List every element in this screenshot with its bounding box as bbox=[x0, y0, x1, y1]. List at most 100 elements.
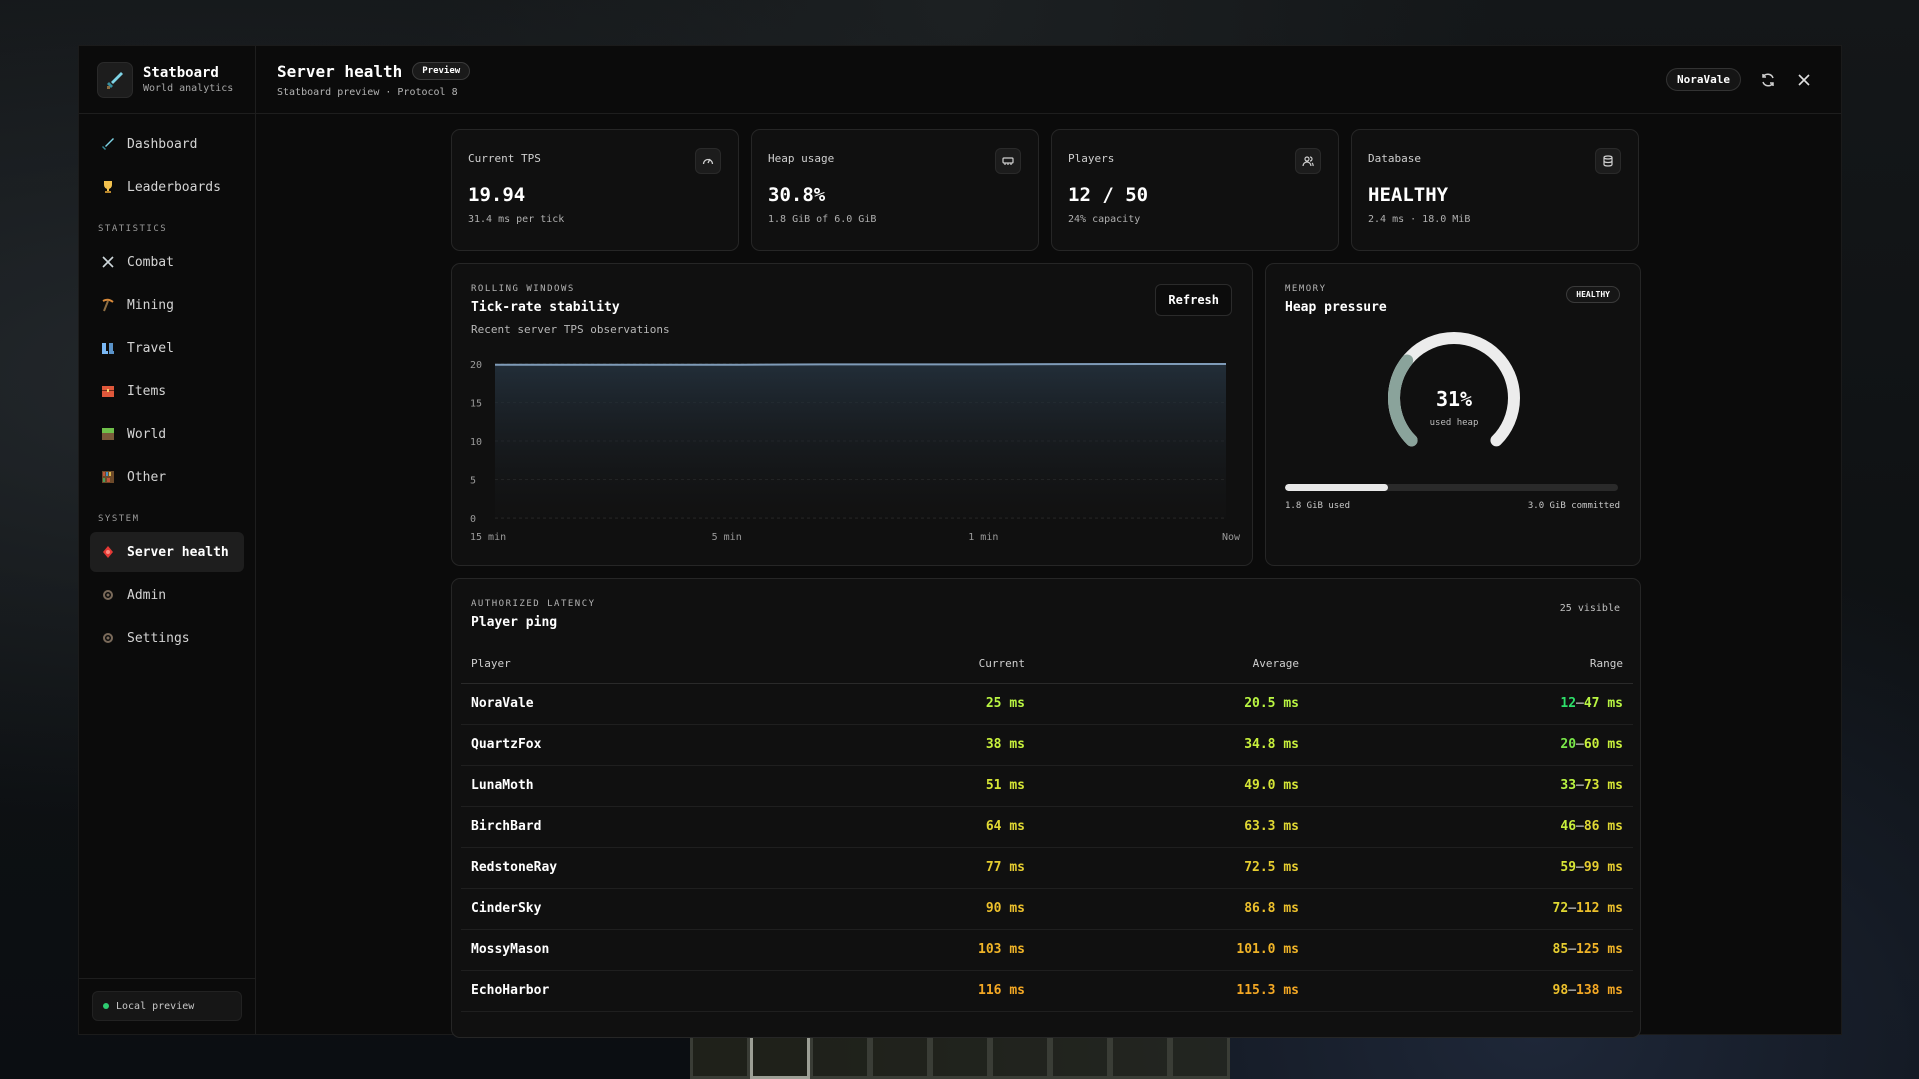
ping-range: 85–125 ms bbox=[1309, 929, 1633, 971]
stat-card-players: Players 12 / 50 24% capacity bbox=[1051, 129, 1339, 251]
col-player[interactable]: Player bbox=[461, 644, 675, 684]
sidebar-item-travel[interactable]: Travel bbox=[90, 328, 244, 368]
range-high: 112 bbox=[1576, 901, 1600, 916]
page-title: Server health bbox=[277, 61, 403, 81]
player-name: LunaMoth bbox=[461, 765, 675, 807]
chest-icon bbox=[100, 383, 116, 399]
status-dot bbox=[103, 1003, 109, 1009]
game-hotbar bbox=[690, 1035, 1230, 1079]
player-name: BirchBard bbox=[461, 806, 675, 848]
refresh-button[interactable]: Refresh bbox=[1155, 284, 1232, 316]
sidebar-item-items[interactable]: Items bbox=[90, 371, 244, 411]
sidebar-item-server-health[interactable]: Server health bbox=[90, 532, 244, 572]
stat-cards: Current TPS 19.94 31.4 ms per tick Heap usa… bbox=[451, 129, 1641, 251]
stat-card-heap-usage: Heap usage 30.8% 1.8 GiB of 6.0 GiB bbox=[751, 129, 1039, 251]
ping-current: 25 ms bbox=[675, 683, 1035, 725]
pickaxe-icon bbox=[100, 297, 116, 313]
sidebar-item-dashboard[interactable]: Dashboard bbox=[90, 124, 244, 164]
range-high: 99 bbox=[1583, 860, 1600, 875]
range-unit: ms bbox=[1607, 778, 1623, 793]
sidebar-item-label: Settings bbox=[127, 630, 190, 646]
sidebar-item-mining[interactable]: Mining bbox=[90, 285, 244, 325]
col-current[interactable]: Current bbox=[675, 644, 1035, 684]
sidebar-nav: Dashboard Leaderboards STATISTICS Combat Min… bbox=[79, 114, 255, 671]
hotbar-slot bbox=[990, 1035, 1050, 1079]
user-pill[interactable]: NoraVale bbox=[1666, 68, 1741, 91]
ping-range: 12–47 ms bbox=[1309, 683, 1633, 725]
x-tick-label: 5 min bbox=[712, 532, 742, 543]
trophy-icon bbox=[100, 179, 116, 195]
table-row[interactable]: MossyMason 103 ms 101.0 ms 85–125 ms bbox=[461, 929, 1633, 971]
sidebar-item-admin[interactable]: Admin bbox=[90, 575, 244, 615]
col-average[interactable]: Average bbox=[1035, 644, 1309, 684]
range-low: 12 bbox=[1560, 696, 1577, 711]
bookshelf-icon bbox=[100, 469, 116, 485]
table-row[interactable]: NoraVale 25 ms 20.5 ms 12–47 ms bbox=[461, 683, 1633, 725]
gauge-caption: used heap bbox=[1430, 418, 1479, 428]
y-tick-label: 5 bbox=[470, 476, 476, 487]
tps-area bbox=[495, 364, 1226, 518]
range-low: 20 bbox=[1560, 737, 1577, 752]
table-row[interactable]: BirchBard 64 ms 63.3 ms 46–86 ms bbox=[461, 806, 1633, 848]
ping-average: 101.0 ms bbox=[1035, 929, 1309, 971]
refresh-icon[interactable] bbox=[1759, 71, 1777, 89]
ping-current: 90 ms bbox=[675, 888, 1035, 930]
stat-sub: 2.4 ms · 18.0 MiB bbox=[1368, 214, 1471, 225]
sidebar-item-other[interactable]: Other bbox=[90, 457, 244, 497]
ping-eyebrow: AUTHORIZED LATENCY bbox=[471, 599, 596, 609]
table-row[interactable]: EchoHarbor 116 ms 115.3 ms 98–138 ms bbox=[461, 970, 1633, 1012]
sidebar: Statboard World analytics Dashboard Leade… bbox=[79, 46, 256, 1034]
x-tick-label: 15 min bbox=[470, 532, 506, 543]
ping-average: 72.5 ms bbox=[1035, 847, 1309, 889]
y-tick-label: 20 bbox=[470, 360, 482, 371]
sword-logo-icon bbox=[97, 61, 133, 98]
ping-current: 103 ms bbox=[675, 929, 1035, 971]
app-subtitle: World analytics bbox=[143, 83, 234, 94]
sidebar-item-leaderboards[interactable]: Leaderboards bbox=[90, 167, 244, 207]
col-range[interactable]: Range bbox=[1309, 644, 1633, 684]
player-name: CinderSky bbox=[461, 888, 675, 930]
ping-average: 63.3 ms bbox=[1035, 806, 1309, 848]
range-unit: ms bbox=[1607, 860, 1623, 875]
ping-table: Player Current Average Range NoraVale 25 … bbox=[461, 644, 1633, 1012]
ping-current: 38 ms bbox=[675, 724, 1035, 766]
table-row[interactable]: LunaMoth 51 ms 49.0 ms 33–73 ms bbox=[461, 765, 1633, 807]
sidebar-item-combat[interactable]: Combat bbox=[90, 242, 244, 282]
range-low: 46 bbox=[1560, 819, 1577, 834]
sidebar-item-label: Server health bbox=[127, 544, 229, 560]
range-high: 125 bbox=[1576, 942, 1600, 957]
hotbar-slot bbox=[930, 1035, 990, 1079]
y-tick-label: 0 bbox=[470, 514, 476, 525]
hotbar-slot bbox=[1170, 1035, 1230, 1079]
sidebar-item-settings[interactable]: Settings bbox=[90, 618, 244, 658]
sidebar-item-label: Mining bbox=[127, 297, 174, 313]
heap-progress-track bbox=[1285, 484, 1618, 491]
table-row[interactable]: CinderSky 90 ms 86.8 ms 72–112 ms bbox=[461, 888, 1633, 930]
hotbar-slot bbox=[870, 1035, 930, 1079]
tps-title: Tick-rate stability bbox=[471, 300, 620, 315]
ping-average: 49.0 ms bbox=[1035, 765, 1309, 807]
hotbar-slot bbox=[690, 1035, 750, 1079]
range-high: 60 bbox=[1583, 737, 1600, 752]
player-name: QuartzFox bbox=[461, 724, 675, 766]
y-tick-label: 10 bbox=[470, 437, 482, 448]
table-row[interactable]: RedstoneRay 77 ms 72.5 ms 59–99 ms bbox=[461, 847, 1633, 889]
ping-average: 34.8 ms bbox=[1035, 724, 1309, 766]
ping-current: 51 ms bbox=[675, 765, 1035, 807]
topbar: Server health Preview Statboard preview … bbox=[256, 46, 1841, 114]
stat-value: 30.8% bbox=[768, 184, 826, 206]
local-preview-badge: Local preview bbox=[92, 991, 242, 1021]
sidebar-item-label: World bbox=[127, 426, 167, 442]
close-icon[interactable] bbox=[1795, 71, 1813, 89]
table-row[interactable]: QuartzFox 38 ms 34.8 ms 20–60 ms bbox=[461, 724, 1633, 766]
sidebar-item-label: Combat bbox=[127, 254, 174, 270]
main-panel: Server health Preview Statboard preview … bbox=[256, 46, 1841, 1038]
x-tick-label: 1 min bbox=[968, 532, 998, 543]
sidebar-item-world[interactable]: World bbox=[90, 414, 244, 454]
range-high: 47 bbox=[1583, 696, 1600, 711]
ping-range: 20–60 ms bbox=[1309, 724, 1633, 766]
gear-icon bbox=[100, 587, 116, 603]
tps-line bbox=[495, 363, 1226, 366]
range-unit: ms bbox=[1607, 942, 1623, 957]
app-name: Statboard bbox=[143, 65, 219, 81]
